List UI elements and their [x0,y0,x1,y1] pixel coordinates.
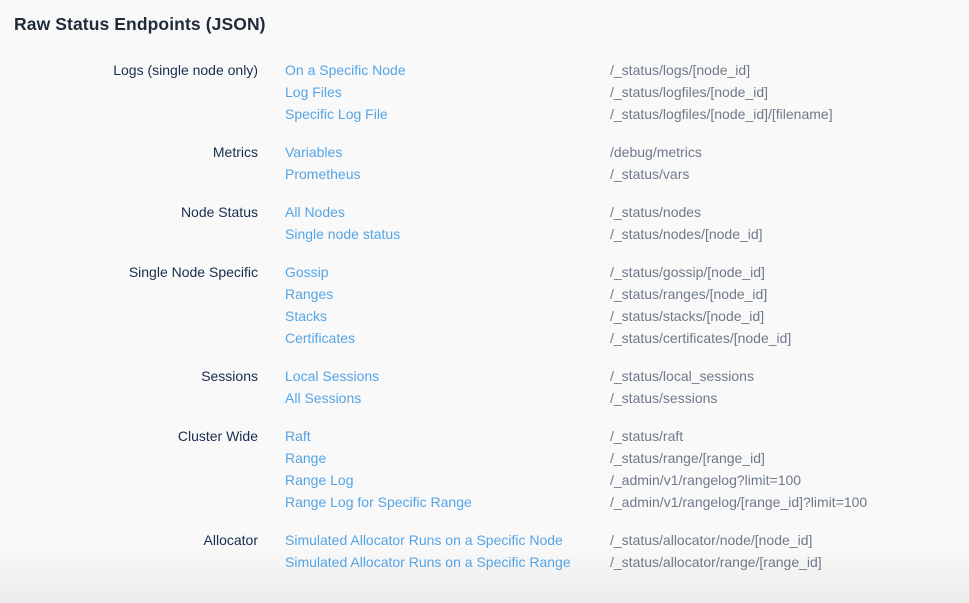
endpoint-path: /_status/nodes [610,201,969,223]
endpoint-path: /debug/metrics [610,141,969,163]
endpoint-path: /_admin/v1/rangelog/[range_id]?limit=100 [610,491,969,513]
category-label: Metrics [0,141,258,163]
endpoint-path: /_status/gossip/[node_id] [610,261,969,283]
endpoint-group: Allocator Simulated Allocator Runs on a S… [0,529,969,573]
endpoint-link[interactable]: Log Files [285,81,342,103]
endpoint-link[interactable]: Range [285,447,326,469]
endpoint-link[interactable]: Gossip [285,261,329,283]
endpoint-path: /_status/sessions [610,387,969,409]
endpoint-group: SessionsLocal SessionsAll Sessions/_stat… [0,365,969,409]
raw-status-endpoints-page: Raw Status Endpoints (JSON) Logs (single… [0,0,969,573]
endpoint-link[interactable]: Stacks [285,305,327,327]
endpoint-link[interactable]: Single node status [285,223,400,245]
endpoint-group: Single Node SpecificGossipRangesStacksCe… [0,261,969,349]
endpoint-link[interactable]: Specific Log File [285,103,388,125]
endpoint-group: MetricsVariablesPrometheus/debug/metrics… [0,141,969,185]
endpoint-path: /_status/logs/[node_id] [610,59,969,81]
category-label: Sessions [0,365,258,387]
endpoint-path: /_status/logfiles/[node_id]/[filename] [610,103,969,125]
endpoint-path: /_admin/v1/rangelog?limit=100 [610,469,969,491]
endpoint-link[interactable]: Range Log for Specific Range [285,491,472,513]
endpoint-path: /_status/certificates/[node_id] [610,327,969,349]
endpoints-column: /_status/logs/[node_id]/_status/logfiles… [610,59,969,125]
endpoint-link[interactable]: Variables [285,141,342,163]
endpoint-link[interactable]: Range Log [285,469,354,491]
endpoint-link[interactable]: Local Sessions [285,365,379,387]
endpoints-column: /_status/gossip/[node_id]/_status/ranges… [610,261,969,349]
links-column: GossipRangesStacksCertificates [258,261,610,349]
endpoint-path: /_status/vars [610,163,969,185]
links-column: Simulated Allocator Runs on a Specific N… [258,529,610,573]
endpoint-path: /_status/range/[range_id] [610,447,969,469]
endpoint-path: /_status/nodes/[node_id] [610,223,969,245]
endpoints-column: /_status/allocator/node/[node_id]/_statu… [610,529,969,573]
category-label: Node Status [0,201,258,223]
links-column: On a Specific NodeLog FilesSpecific Log … [258,59,610,125]
endpoints-column: /_status/nodes/_status/nodes/[node_id] [610,201,969,245]
endpoints-column: /_status/local_sessions/_status/sessions [610,365,969,409]
endpoint-link[interactable]: Prometheus [285,163,360,185]
page-title: Raw Status Endpoints (JSON) [0,0,969,36]
endpoint-group: Node StatusAll NodesSingle node status/_… [0,201,969,245]
endpoint-path: /_status/raft [610,425,969,447]
endpoint-path: /_status/stacks/[node_id] [610,305,969,327]
endpoint-link[interactable]: Certificates [285,327,355,349]
endpoint-link[interactable]: Ranges [285,283,333,305]
category-label: Cluster Wide [0,425,258,447]
links-column: VariablesPrometheus [258,141,610,185]
endpoints-column: /debug/metrics/_status/vars [610,141,969,185]
endpoints-table: Logs (single node only)On a Specific Nod… [0,59,969,573]
category-label: Logs (single node only) [0,59,258,81]
links-column: All NodesSingle node status [258,201,610,245]
endpoint-path: /_status/local_sessions [610,365,969,387]
endpoint-path: /_status/ranges/[node_id] [610,283,969,305]
endpoint-link[interactable]: All Nodes [285,201,345,223]
endpoint-path: /_status/logfiles/[node_id] [610,81,969,103]
links-column: Local SessionsAll Sessions [258,365,610,409]
category-label: Single Node Specific [0,261,258,283]
endpoint-path: /_status/allocator/node/[node_id] [610,529,969,551]
endpoint-group: Cluster WideRaftRangeRange LogRange Log … [0,425,969,513]
endpoint-path: /_status/allocator/range/[range_id] [610,551,969,573]
links-column: RaftRangeRange LogRange Log for Specific… [258,425,610,513]
endpoint-link[interactable]: Simulated Allocator Runs on a Specific N… [285,529,563,551]
endpoint-link[interactable]: Simulated Allocator Runs on a Specific R… [285,551,571,573]
endpoint-group: Logs (single node only)On a Specific Nod… [0,59,969,125]
endpoint-link[interactable]: On a Specific Node [285,59,406,81]
endpoint-link[interactable]: Raft [285,425,311,447]
endpoints-column: /_status/raft/_status/range/[range_id]/_… [610,425,969,513]
category-label: Allocator [0,529,258,551]
endpoint-link[interactable]: All Sessions [285,387,361,409]
